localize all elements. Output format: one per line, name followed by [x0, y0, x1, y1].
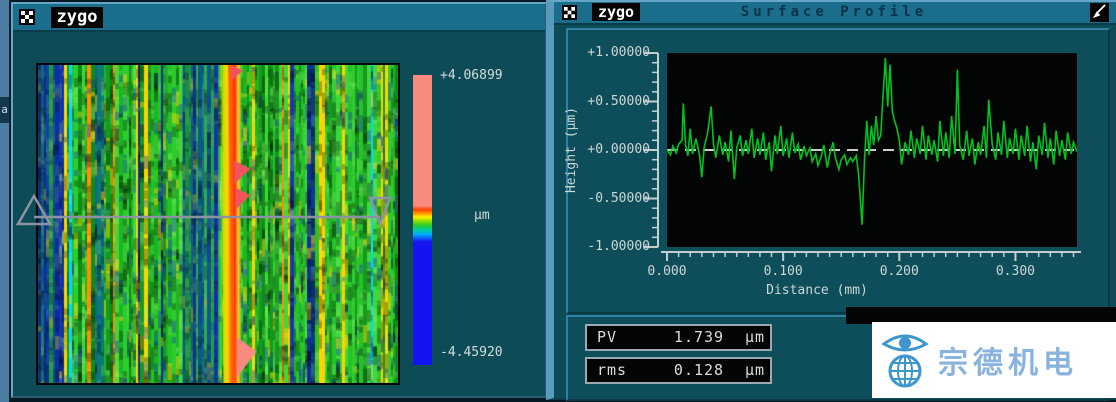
- profile-trace: [667, 53, 1077, 247]
- rms-unit: µm: [745, 361, 765, 379]
- pv-unit: µm: [745, 328, 765, 346]
- x-tick-label: 0.000: [637, 264, 697, 279]
- window-menu-button[interactable]: [562, 5, 577, 20]
- rms-value: 0.128: [659, 361, 739, 379]
- y-tick-label: +1.00000: [554, 45, 650, 60]
- profile-start-marker: [18, 196, 50, 224]
- background-window-edge: a: [0, 0, 10, 402]
- watermark: 宗德机电: [872, 322, 1116, 398]
- surface-map-window: zygo +4.06899 µm -4.45920: [11, 2, 547, 398]
- rms-label: rms: [597, 361, 627, 379]
- pv-label: PV: [597, 328, 617, 346]
- surface-profile-window: zygo Surface Profile Height (µm) Distanc…: [546, 0, 1116, 400]
- rms-readout: rms 0.128 µm: [585, 357, 772, 384]
- y-tick-label: +0.50000: [554, 94, 650, 109]
- pushpin-icon: [1091, 3, 1108, 20]
- y-tick-label: -1.00000: [554, 239, 650, 254]
- background-window-tab[interactable]: a: [0, 97, 9, 123]
- watermark-text: 宗德机电: [938, 338, 1078, 382]
- profile-plot-area: [667, 53, 1077, 247]
- window-title: Surface Profile: [674, 4, 994, 20]
- eye-globe-logo-icon: [878, 330, 932, 390]
- y-tick-label: -0.50000: [554, 191, 650, 206]
- y-tick-label: +0.00000: [554, 142, 650, 157]
- profile-end-marker: [370, 198, 390, 224]
- pushpin-button[interactable]: [1090, 3, 1109, 22]
- x-axis-title: Distance (mm): [757, 283, 877, 298]
- pv-value: 1.739: [659, 328, 739, 346]
- x-tick-label: 0.200: [869, 264, 929, 279]
- surface-profile-titlebar[interactable]: zygo Surface Profile: [554, 2, 1116, 25]
- zygo-logo: zygo: [592, 3, 640, 21]
- x-tick-label: 0.100: [753, 264, 813, 279]
- pv-readout: PV 1.739 µm: [585, 324, 772, 351]
- x-tick-label: 0.300: [985, 264, 1045, 279]
- profile-section-line[interactable]: [13, 4, 545, 396]
- window-menu-icon: [564, 7, 575, 18]
- background-window-tab-glyph: a: [1, 103, 8, 116]
